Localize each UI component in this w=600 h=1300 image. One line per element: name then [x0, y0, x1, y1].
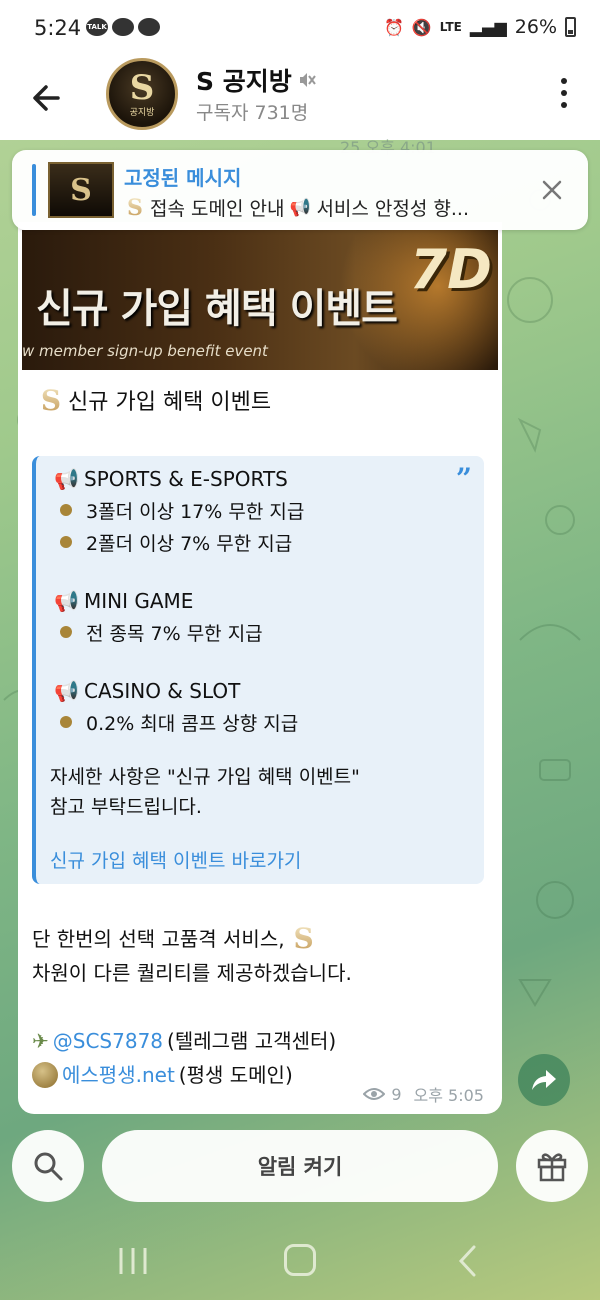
coin-icon — [32, 1062, 58, 1088]
quote-section-minigame: 📢 MINI GAME 전 종목 7% 무한 지급 — [54, 586, 263, 648]
headline-text: 신규 가입 혜택 이벤트 — [68, 390, 272, 415]
talk-notification-icon: TALK — [86, 18, 108, 36]
banner-badge: 7D — [409, 238, 492, 301]
quote-section-casino: 📢 CASINO & SLOT 0.2% 최대 콤프 상향 지급 — [54, 676, 298, 738]
battery-icon — [565, 17, 576, 37]
more-options-icon[interactable] — [558, 78, 570, 108]
list-item: 2폴더 이상 7% 무한 지급 — [54, 526, 304, 558]
chat-notification-icon — [112, 18, 134, 36]
megaphone-icon: 📢 — [54, 589, 79, 613]
status-bar: 5:24 TALK ⏰ 🔇 LTE ▂▄▆ 26% — [0, 0, 600, 58]
channel-title[interactable]: S 공지방 — [196, 62, 316, 98]
channel-title-text: S 공지방 — [196, 67, 292, 96]
system-nav-bar — [0, 1222, 600, 1300]
megaphone-icon: 📢 — [54, 467, 79, 491]
telegram-handle-link[interactable]: @SCS7878 — [53, 1024, 163, 1058]
post-banner-image[interactable]: 7D 신규 가입 혜택 이벤트 w member sign-up benefit… — [22, 230, 498, 370]
section-title: MINI GAME — [84, 589, 194, 613]
system-back-icon[interactable] — [452, 1244, 484, 1278]
post-headline: S 신규 가입 혜택 이벤트 — [36, 384, 272, 417]
list-item: 3폴더 이상 17% 무한 지급 — [54, 494, 304, 526]
status-time: 5:24 — [34, 16, 82, 40]
pinned-label: 고정된 메시지 — [124, 166, 242, 190]
paper-plane-icon: ✈ — [32, 1029, 49, 1053]
bullet-icon — [60, 536, 72, 548]
banner-subtitle: w member sign-up benefit event — [22, 342, 268, 360]
status-right: ⏰ 🔇 LTE ▂▄▆ 26% — [384, 16, 576, 38]
outro-line-1: 단 한번의 선택 고품격 서비스, — [32, 927, 285, 951]
subscriber-count: 구독자 731명 — [196, 102, 309, 124]
megaphone-icon: 📢 — [54, 679, 79, 703]
s-logo-icon: S — [124, 195, 146, 221]
megaphone-icon: 📢 — [289, 197, 312, 218]
telegram-desc: (텔레그램 고객센터) — [167, 1029, 337, 1053]
quote-note: 자세한 사항은 "신규 가입 혜택 이벤트" 참고 부탁드립니다. — [50, 766, 360, 818]
quote-mark-icon: ” — [455, 462, 472, 495]
post-outro: 단 한번의 선택 고품격 서비스, S 차원이 다른 퀄리티를 제공하겠습니다. … — [32, 922, 352, 1092]
bottom-bar: 알림 켜기 — [0, 1128, 600, 1210]
outro-line-2: 차원이 다른 퀄리티를 제공하겠습니다. — [32, 961, 352, 985]
search-button[interactable] — [12, 1130, 84, 1202]
avatar-letter: S — [129, 67, 155, 108]
views-eye-icon — [363, 1088, 386, 1100]
pinned-accent-bar — [32, 164, 36, 216]
recent-apps-icon[interactable] — [116, 1246, 150, 1276]
domain-link[interactable]: 에스평생.net — [62, 1058, 175, 1092]
section-title: CASINO & SLOT — [84, 679, 241, 703]
home-icon[interactable] — [284, 1244, 316, 1276]
channel-post: 7D 신규 가입 혜택 이벤트 w member sign-up benefit… — [18, 222, 502, 1114]
pinned-preview: S 접속 도메인 안내 📢 서비스 안정성 향... — [124, 194, 534, 221]
share-button[interactable] — [518, 1054, 570, 1106]
bullet-icon — [60, 716, 72, 728]
message-time: 오후 5:05 — [413, 1086, 484, 1105]
back-arrow-icon[interactable] — [28, 78, 68, 118]
message-meta: 9 오후 5:05 — [363, 1082, 484, 1106]
channel-avatar[interactable]: S 공지방 — [106, 58, 178, 130]
avatar-sub: 공지방 — [129, 107, 155, 118]
close-icon[interactable] — [538, 176, 566, 204]
domain-desc: (평생 도메인) — [178, 1063, 293, 1087]
quote-block: ” 📢 SPORTS & E-SPORTS 3폴더 이상 17% 무한 지급 2폴… — [32, 456, 484, 884]
alarm-icon: ⏰ — [383, 17, 404, 37]
chat-header: S 공지방 S 공지방 구독자 731명 — [0, 58, 600, 140]
list-item: 0.2% 최대 콤프 상향 지급 — [54, 706, 298, 738]
bullet-icon — [60, 626, 72, 638]
banner-title: 신규 가입 혜택 이벤트 — [36, 286, 398, 332]
notification-icons: TALK — [86, 18, 160, 36]
lte-icon: LTE — [439, 20, 462, 34]
search-icon — [34, 1152, 63, 1181]
s-logo-icon: S — [36, 384, 66, 417]
view-count: 9 — [391, 1084, 402, 1104]
notify-on-button[interactable]: 알림 켜기 — [102, 1130, 498, 1202]
section-title: SPORTS & E-SPORTS — [84, 467, 288, 491]
bullet-icon — [60, 504, 72, 516]
quote-section-sports: 📢 SPORTS & E-SPORTS 3폴더 이상 17% 무한 지급 2폴더 … — [54, 464, 304, 558]
gift-button[interactable] — [516, 1130, 588, 1202]
battery-percent: 26% — [514, 16, 557, 38]
chat-notification-icon-2 — [138, 18, 160, 36]
list-item: 전 종목 7% 무한 지급 — [54, 616, 263, 648]
event-link[interactable]: 신규 가입 혜택 이벤트 바로가기 — [50, 846, 301, 873]
pinned-thumbnail: S — [48, 162, 114, 218]
gift-icon — [537, 1153, 567, 1182]
share-arrow-icon — [532, 1070, 556, 1090]
muted-speaker-icon — [299, 73, 316, 87]
s-logo-icon: S — [289, 922, 319, 955]
signal-icon: ▂▄▆ — [469, 17, 507, 37]
pinned-message-bar[interactable]: S 고정된 메시지 S 접속 도메인 안내 📢 서비스 안정성 향... — [12, 150, 588, 230]
vibrate-mute-icon: 🔇 — [411, 17, 432, 37]
